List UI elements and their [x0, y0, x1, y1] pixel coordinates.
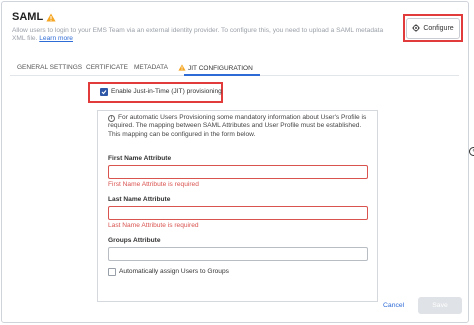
groups-label: Groups Attribute [108, 237, 161, 244]
configure-button[interactable]: Configure [406, 18, 460, 39]
auto-assign-checkbox[interactable] [108, 268, 116, 276]
first-name-error: First Name Attribute is required [108, 181, 199, 188]
configure-label: Configure [423, 25, 454, 32]
first-name-input[interactable] [108, 165, 368, 179]
enable-jit-label: Enable Just-in-Time (JIT) provisioning [111, 88, 222, 95]
expand-handle-icon[interactable]: ‹ [469, 147, 474, 156]
first-name-label: First Name Attribute [108, 155, 172, 162]
tab-certificate[interactable]: CERTIFICATE [86, 64, 128, 71]
tab-bar: GENERAL SETTINGS CERTIFICATE METADATA JI… [10, 63, 459, 76]
enable-jit-checkbox[interactable] [100, 88, 108, 96]
save-label: Save [432, 302, 448, 309]
auto-assign-label: Automatically assign Users to Groups [119, 268, 229, 275]
last-name-label: Last Name Attribute [108, 196, 171, 203]
last-name-error: Last Name Attribute is required [108, 222, 199, 229]
page-title: SAML [12, 11, 44, 23]
cancel-button[interactable]: Cancel [383, 302, 404, 309]
groups-input[interactable] [108, 247, 368, 261]
tab-warning-icon [178, 64, 186, 73]
tab-general-settings[interactable]: GENERAL SETTINGS [17, 64, 82, 71]
active-tab-indicator [184, 74, 260, 76]
last-name-input[interactable] [108, 206, 368, 220]
tab-metadata[interactable]: METADATA [134, 64, 168, 71]
gear-icon [412, 23, 421, 34]
info-text: For automatic Users Provisioning some ma… [108, 114, 367, 138]
warning-icon [46, 13, 56, 22]
save-button[interactable]: Save [418, 297, 462, 314]
saml-description: Allow users to login to your EMS Team vi… [12, 27, 397, 44]
learn-more-link[interactable]: Learn more [39, 35, 73, 42]
panel-header: SAML [12, 11, 56, 23]
tab-jit-label: JIT CONFIGURATION [188, 65, 253, 72]
tab-jit-configuration[interactable]: JIT CONFIGURATION [178, 64, 253, 73]
